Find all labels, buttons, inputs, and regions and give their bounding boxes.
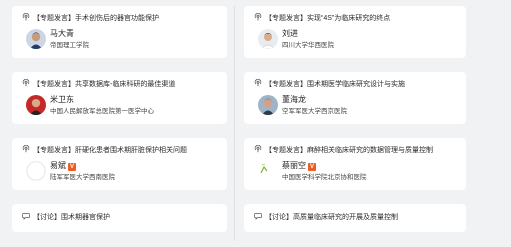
speaker-org: 帝国理工学院 — [50, 42, 89, 49]
podcast-icon — [254, 145, 262, 153]
chat-bubble-icon — [254, 212, 262, 220]
speaker-name-text: 蔡丽空 — [282, 161, 306, 170]
avatar — [258, 161, 278, 181]
session-card[interactable]: 【专题发言】共享数据库-临床科研的最佳渠道 米卫东 中国人民解放军总医院第一医学… — [12, 72, 227, 124]
discussion-card[interactable]: 【讨论】高质量临床研究的开展及质量控制 — [244, 204, 466, 232]
session-title: 【专题发言】麻醉相关临床研究的数据管理与质量控制 — [254, 145, 433, 156]
avatar — [26, 95, 46, 115]
podcast-icon — [22, 79, 30, 87]
session-card[interactable]: 【专题发言】实现“4S”为临床研究的终点 刘进 四川大学华西医院 — [244, 6, 466, 58]
speaker-org: 中国人民解放军总医院第一医学中心 — [50, 108, 154, 115]
session-title: 【专题发言】围术期医学临床研究设计与实施 — [254, 79, 405, 90]
session-card[interactable]: 【专题发言】手术创伤后的器官功能保护 马大青 帝国理工学院 — [12, 6, 227, 58]
session-grid: 【专题发言】手术创伤后的器官功能保护 马大青 帝国理工学院 【专题发言】实现“4… — [0, 0, 511, 247]
verified-badge: V — [68, 163, 76, 171]
speaker-name: 蔡丽空 V — [282, 161, 316, 171]
discussion-title: 【讨论】高质量临床研究的开展及质量控制 — [254, 212, 398, 223]
speaker-org: 中国医学科学院北京协和医院 — [282, 174, 367, 181]
session-card[interactable]: 【专题发言】围术期医学临床研究设计与实施 董海龙 空军军医大学西京医院 — [244, 72, 466, 124]
speaker-org: 陆军军医大学西南医院 — [50, 174, 115, 181]
verified-badge: V — [308, 163, 316, 171]
speaker-name: 董海龙 — [282, 95, 306, 104]
column-divider — [234, 6, 235, 241]
session-title-text: 【专题发言】手术创伤后的器官功能保护 — [33, 15, 159, 22]
speaker-name: 刘进 — [282, 29, 298, 38]
podcast-icon — [22, 13, 30, 21]
avatar — [258, 29, 278, 49]
session-title-text: 【专题发言】肝硬化患者围术期肝脏保护相关问题 — [33, 147, 187, 154]
podcast-icon — [22, 145, 30, 153]
discussion-title: 【讨论】围术期器官保护 — [22, 212, 110, 223]
session-card[interactable]: 【专题发言】麻醉相关临床研究的数据管理与质量控制 蔡丽空 V 中国医学科学院北京协… — [244, 138, 466, 190]
session-card[interactable]: 【专题发言】肝硬化患者围术期肝脏保护相关问题 易斌 V 陆军军医大学西南医院 — [12, 138, 227, 190]
discussion-card[interactable]: 【讨论】围术期器官保护 — [12, 204, 227, 232]
podcast-icon — [254, 13, 262, 21]
session-title: 【专题发言】手术创伤后的器官功能保护 — [22, 13, 159, 24]
speaker-name-text: 易斌 — [50, 161, 66, 170]
session-title-text: 【专题发言】麻醉相关临床研究的数据管理与质量控制 — [265, 147, 433, 154]
session-title-text: 【专题发言】实现“4S”为临床研究的终点 — [265, 15, 391, 22]
speaker-org: 空军军医大学西京医院 — [282, 108, 347, 115]
avatar — [26, 29, 46, 49]
avatar — [26, 161, 46, 181]
discussion-title-text: 【讨论】围术期器官保护 — [33, 214, 110, 221]
session-title: 【专题发言】共享数据库-临床科研的最佳渠道 — [22, 79, 175, 90]
speaker-name: 米卫东 — [50, 95, 74, 104]
avatar — [258, 95, 278, 115]
session-title-text: 【专题发言】围术期医学临床研究设计与实施 — [265, 81, 405, 88]
speaker-org: 四川大学华西医院 — [282, 42, 334, 49]
speaker-name: 易斌 V — [50, 161, 76, 171]
session-title-text: 【专题发言】共享数据库-临床科研的最佳渠道 — [33, 81, 176, 88]
session-title: 【专题发言】实现“4S”为临床研究的终点 — [254, 13, 390, 24]
podcast-icon — [254, 79, 262, 87]
chat-bubble-icon — [22, 212, 30, 220]
discussion-title-text: 【讨论】高质量临床研究的开展及质量控制 — [265, 214, 398, 221]
session-title: 【专题发言】肝硬化患者围术期肝脏保护相关问题 — [22, 145, 187, 156]
speaker-name: 马大青 — [50, 29, 74, 38]
